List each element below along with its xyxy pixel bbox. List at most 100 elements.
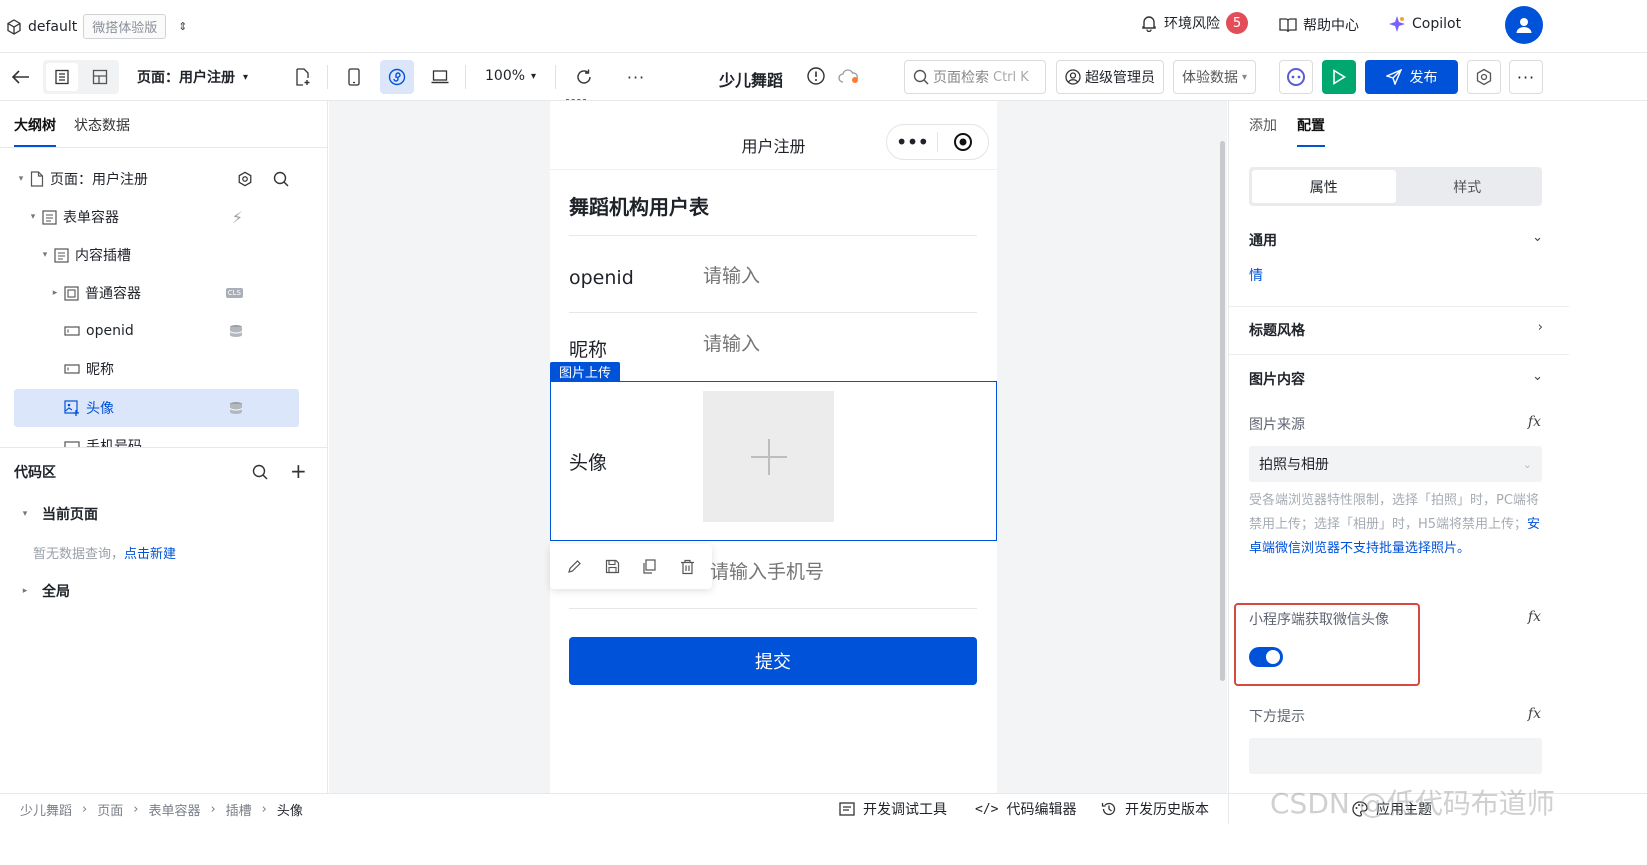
caret-down-icon[interactable]: ▾ <box>26 212 40 222</box>
caret-right-icon[interactable]: ▸ <box>18 586 32 596</box>
selected-component-tag[interactable]: 图片上传 <box>550 362 621 381</box>
trash-icon[interactable] <box>680 559 695 575</box>
chevron-right-icon[interactable]: › <box>1538 320 1543 335</box>
add-code-button[interactable]: + <box>290 459 307 483</box>
publish-label: 发布 <box>1409 70 1438 86</box>
env-risk-button[interactable]: 环境风险 5 <box>1140 12 1248 34</box>
breadcrumb-item[interactable]: 少儿舞蹈 <box>20 800 72 819</box>
back-button[interactable] <box>4 60 38 94</box>
data-source-label: 体验数据 <box>1182 70 1238 86</box>
pc-preview-button[interactable] <box>423 60 457 94</box>
tree-item-phone[interactable]: 手机号码 <box>14 427 299 447</box>
edit-pencil-icon[interactable] <box>567 559 582 574</box>
cloud-sync-icon[interactable] <box>838 68 860 88</box>
tree-item-nickname[interactable]: 昵称 <box>14 350 299 388</box>
tree-item-avatar[interactable]: 头像 <box>14 389 299 427</box>
submit-button[interactable]: 提交 <box>569 637 977 685</box>
ellipsis-icon: ··· <box>626 67 646 87</box>
upload-placeholder[interactable] <box>703 391 834 522</box>
image-source-note: 受各端浏览器特性限制，选择「拍照」时，PC端将禁用上传；选择「相册」时，H5端将… <box>1249 489 1545 561</box>
breadcrumb-item[interactable]: 头像 <box>277 800 303 819</box>
tab-add[interactable]: 添加 <box>1249 115 1277 147</box>
env-switcher[interactable]: default 微搭体验版 ⇕ <box>6 14 188 39</box>
wx-avatar-toggle[interactable] <box>1249 647 1283 667</box>
current-page-group[interactable]: ▾ 当前页面 <box>18 504 98 524</box>
image-upload-block[interactable]: 头像 <box>550 381 997 541</box>
caret-down-icon[interactable]: ▾ <box>18 509 32 519</box>
gear-icon[interactable] <box>237 171 253 187</box>
chevron-down-icon[interactable]: ⌄ <box>1532 230 1543 245</box>
create-query-link[interactable]: 点击新建 <box>124 547 176 562</box>
help-center-button[interactable]: 帮助中心 <box>1279 15 1359 35</box>
miniprogram-preview-button[interactable] <box>380 60 414 94</box>
tab-outline-tree[interactable]: 大纲树 <box>14 115 56 147</box>
tab-state-data[interactable]: 状态数据 <box>74 115 130 147</box>
add-page-button[interactable] <box>286 60 320 94</box>
refresh-button[interactable] <box>567 60 601 94</box>
preview-run-button[interactable] <box>1322 60 1356 94</box>
fx-binding-icon[interactable]: fx <box>1528 706 1541 722</box>
user-icon <box>1516 18 1532 33</box>
image-source-select[interactable]: 拍照与相册 ⌄ <box>1249 446 1542 482</box>
page-selector[interactable]: 页面：用户注册 ▾ <box>137 67 248 87</box>
mobile-preview-button[interactable] <box>337 60 371 94</box>
seg-styles[interactable]: 样式 <box>1396 170 1540 203</box>
tree-item-openid[interactable]: openid <box>14 312 299 350</box>
tree-item-form-container[interactable]: ▾ 表单容器 ⚡ <box>14 198 299 236</box>
fx-binding-icon[interactable]: fx <box>1528 414 1541 430</box>
publish-button[interactable]: 发布 <box>1365 60 1458 94</box>
dev-tools-button[interactable]: 开发调试工具 <box>839 799 947 819</box>
image-content-section-title[interactable]: 图片内容 <box>1249 369 1305 389</box>
input-field-icon <box>64 364 80 374</box>
data-source-selector[interactable]: 体验数据 ▾ <box>1173 60 1257 94</box>
seg-properties[interactable]: 属性 <box>1252 170 1396 203</box>
info-icon[interactable] <box>806 66 826 90</box>
admin-role-button[interactable]: 超级管理员 <box>1056 60 1164 94</box>
outline-view-button[interactable] <box>46 63 78 91</box>
tree-item-container[interactable]: ▸ 普通容器 CLS <box>14 274 299 312</box>
right-panel: 添加 配置 属性 样式 通用 ⌄ 情 标题风格 › 图片内容 ⌄ 图片来源 fx… <box>1228 101 1647 793</box>
database-icon[interactable] <box>229 401 243 415</box>
history-button[interactable]: 开发历史版本 <box>1101 799 1209 819</box>
chevron-down-icon[interactable]: ⌄ <box>1532 369 1543 384</box>
caret-down-icon[interactable]: ▾ <box>38 250 52 260</box>
more-menu-button[interactable]: ··· <box>1509 60 1543 94</box>
zoom-selector[interactable]: 100% ▾ <box>485 68 536 84</box>
class-badge-icon[interactable]: CLS <box>225 288 243 298</box>
database-icon[interactable] <box>229 324 243 338</box>
close-miniprogram-icon[interactable] <box>938 132 988 152</box>
search-icon[interactable] <box>273 171 289 187</box>
fx-binding-icon[interactable]: fx <box>1528 609 1541 625</box>
save-icon[interactable] <box>605 559 620 574</box>
user-avatar[interactable] <box>1505 6 1543 44</box>
tree-item-content-slot[interactable]: ▾ 内容插槽 <box>14 236 299 274</box>
caret-down-icon[interactable]: ▾ <box>14 174 28 184</box>
global-group[interactable]: ▸ 全局 <box>18 581 70 601</box>
copilot-button[interactable]: Copilot <box>1388 15 1461 33</box>
breadcrumb-item[interactable]: 表单容器 <box>148 800 200 819</box>
row-tools: CLS <box>225 288 243 298</box>
lightning-icon[interactable]: ⚡ <box>232 208 243 227</box>
more-dots-icon[interactable]: ••• <box>887 132 937 152</box>
canvas-scrollbar[interactable] <box>1220 141 1225 681</box>
bottom-hint-input[interactable] <box>1249 738 1542 774</box>
code-search-button[interactable] <box>252 464 268 484</box>
more-options-button[interactable]: ··· <box>619 60 653 94</box>
title-style-section-title[interactable]: 标题风格 <box>1249 320 1305 340</box>
openid-input[interactable] <box>703 265 963 287</box>
breadcrumb-item[interactable]: 插槽 <box>226 800 252 819</box>
tab-config[interactable]: 配置 <box>1297 115 1325 147</box>
general-item[interactable]: 情 <box>1249 265 1263 285</box>
breadcrumb-item[interactable]: 页面 <box>97 800 123 819</box>
caret-right-icon[interactable]: ▸ <box>48 288 62 298</box>
phone-input[interactable] <box>710 561 970 583</box>
tree-item-page[interactable]: ▾ 页面：用户注册 <box>14 160 299 198</box>
copy-icon[interactable] <box>642 559 657 574</box>
nickname-input[interactable] <box>703 333 963 355</box>
assistant-button[interactable] <box>1279 60 1313 94</box>
general-section-title[interactable]: 通用 <box>1249 230 1277 250</box>
grid-view-button[interactable] <box>84 63 116 91</box>
code-editor-button[interactable]: </> 代码编辑器 <box>975 799 1076 819</box>
page-search-button[interactable]: 页面检索 Ctrl K <box>904 60 1046 94</box>
settings-button[interactable] <box>1467 60 1501 94</box>
